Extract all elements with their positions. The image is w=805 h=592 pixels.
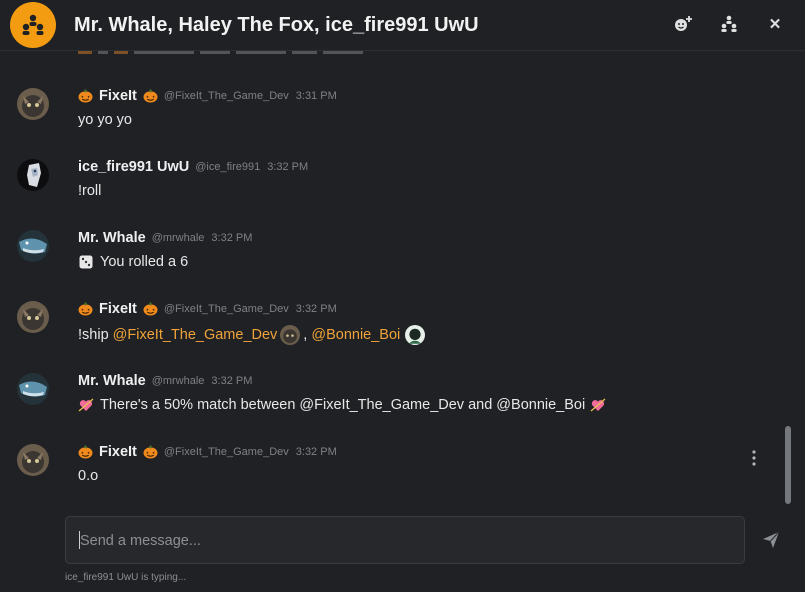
author-handle: @FixeIt_The_Game_Dev [163,446,289,458]
heart-arrow-icon [590,398,606,412]
avatar[interactable] [17,444,49,476]
pumpkin-icon [78,89,93,103]
text-caret [79,531,80,549]
list-item: ice_fire991 UwU @ice_fire991 3:32 PM !ro… [0,159,780,209]
avatar[interactable] [17,88,49,120]
avatar[interactable] [17,159,49,191]
avatar[interactable] [17,230,49,262]
members-icon[interactable] [719,14,739,34]
more-options-icon[interactable] [750,449,758,467]
message-composer [65,516,745,564]
author-name[interactable]: FixeIt [99,301,137,317]
timestamp: 3:32 PM [211,375,253,387]
author-handle: @mrwhale [151,375,205,387]
separator-text: , [303,327,312,343]
author-handle: @mrwhale [151,232,205,244]
pumpkin-icon [143,302,158,316]
send-icon[interactable] [762,531,780,549]
pumpkin-icon [78,302,93,316]
list-item: FixeIt @FixeIt_The_Game_Dev 3:32 PM 0.o [0,444,780,494]
mention-link[interactable]: @FixeIt_The_Game_Dev [113,327,278,343]
avatar[interactable] [17,301,49,333]
avatar[interactable] [17,373,49,405]
typing-indicator: ice_fire991 UwU is typing... [65,572,187,583]
group-people-icon [10,2,56,48]
chat-header: Mr. Whale, Haley The Fox, ice_fire991 Uw… [0,0,805,51]
author-name[interactable]: FixeIt [99,88,137,104]
pumpkin-icon [143,445,158,459]
add-reaction-icon[interactable] [673,14,693,34]
message-text: 0.o [78,468,99,484]
mention-avatar [405,325,426,345]
mention-link[interactable]: @Bonnie_Boi [311,327,400,343]
scrollbar-thumb[interactable] [785,426,791,504]
author-handle: @FixeIt_The_Game_Dev [163,90,289,102]
mention-avatar [280,325,301,345]
pumpkin-icon [143,89,158,103]
timestamp: 3:32 PM [295,303,337,315]
timestamp: 3:32 PM [211,232,253,244]
author-name[interactable]: Mr. Whale [78,373,146,389]
list-item: FixeIt @FixeIt_The_Game_Dev 3:32 PM !shi… [0,301,780,356]
list-item: Mr. Whale @mrwhale 3:32 PM There's a 50%… [0,373,780,423]
timestamp: 3:31 PM [295,90,337,102]
author-handle: @ice_fire991 [195,161,261,173]
list-item: FixeIt @FixeIt_The_Game_Dev 3:31 PM yo y… [0,88,780,138]
close-icon[interactable]: ✕ [765,14,785,34]
heart-arrow-icon [78,398,94,412]
message-text: !ship [78,327,113,343]
truncated-message [78,51,378,59]
message-text: yo yo yo [78,112,132,128]
message-list[interactable]: FixeIt @FixeIt_The_Game_Dev 3:31 PM yo y… [0,51,790,506]
message-text: !roll [78,183,102,199]
pumpkin-icon [78,445,93,459]
page-title: Mr. Whale, Haley The Fox, ice_fire991 Uw… [74,13,479,36]
message-text: You rolled a 6 [100,254,189,270]
dice-icon [79,255,93,269]
timestamp: 3:32 PM [267,161,309,173]
author-name[interactable]: Mr. Whale [78,230,146,246]
message-text: There's a 50% match between @FixeIt_The_… [100,397,586,413]
author-name[interactable]: FixeIt [99,444,137,460]
timestamp: 3:32 PM [295,446,337,458]
author-name[interactable]: ice_fire991 UwU [78,159,189,175]
message-input[interactable] [78,527,732,555]
author-handle: @FixeIt_The_Game_Dev [163,303,289,315]
list-item: Mr. Whale @mrwhale 3:32 PM You rolled a … [0,230,780,280]
